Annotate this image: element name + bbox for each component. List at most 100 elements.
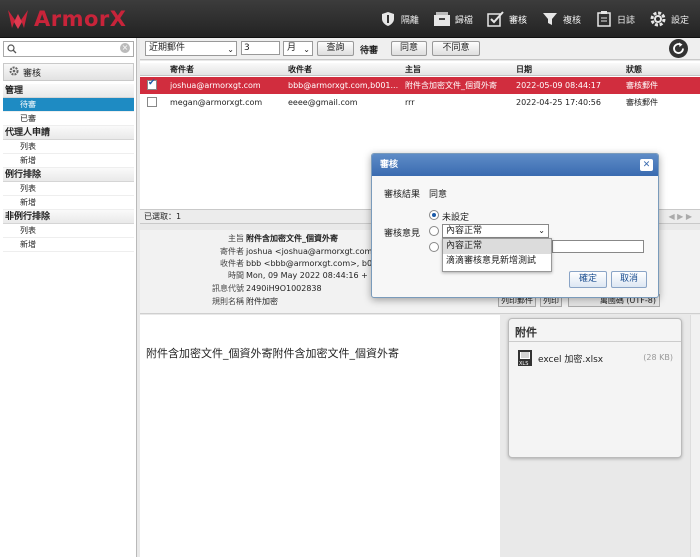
preview-field-key: 寄件者 bbox=[220, 247, 244, 256]
close-icon[interactable]: ✕ bbox=[640, 159, 653, 171]
nav-log[interactable]: 日誌 bbox=[588, 0, 642, 38]
row-to: bbb@armorxgt.com,b001... bbox=[288, 81, 399, 90]
dropdown-option[interactable]: 滴滴審核意見新增測試 bbox=[443, 254, 551, 269]
pager-icon[interactable]: ◀ ▶ ▶ bbox=[668, 210, 692, 224]
mail-body: 附件含加密文件_個資外寄附件含加密文件_個資外寄 bbox=[140, 315, 500, 557]
sidebar-search-input[interactable]: × bbox=[3, 41, 134, 57]
radio-preset[interactable] bbox=[429, 226, 439, 236]
mail-toolbar: 近期郵件 ⌄ 3 月 ⌄ 查詢 待審 同意 不同意 bbox=[140, 38, 700, 60]
clipboard-icon bbox=[595, 10, 613, 28]
sidebar-group-nonroutine: 非例行排除 bbox=[3, 210, 134, 224]
col-date[interactable]: 日期 bbox=[516, 63, 532, 76]
nav-label: 歸檔 bbox=[454, 15, 473, 26]
unit-select[interactable]: 月 ⌄ bbox=[283, 41, 313, 56]
sidebar-item-routine-add[interactable]: 新增 bbox=[3, 196, 134, 210]
row-to: eeee@gmail.com bbox=[288, 98, 358, 107]
review-dialog: 審核 ✕ 審核結果 同意 審核意見 未設定 內容正常 ⌄ 內容正常 滴滴審核意見… bbox=[371, 153, 659, 298]
count-input[interactable]: 3 bbox=[241, 41, 280, 55]
preview-field-key: 訊息代號 bbox=[212, 284, 244, 293]
custom-opinion-input[interactable] bbox=[552, 240, 644, 253]
chevron-down-icon: ⌄ bbox=[227, 45, 234, 54]
attachment-size: (28 KB) bbox=[643, 353, 673, 362]
range-select[interactable]: 近期郵件 ⌄ bbox=[145, 41, 237, 56]
col-status[interactable]: 狀態 bbox=[626, 63, 642, 76]
opinion-dropdown: 內容正常 滴滴審核意見新增測試 bbox=[442, 238, 552, 272]
row-subject: 附件含加密文件_個資外寄 bbox=[405, 81, 497, 90]
chevron-down-icon: ⌄ bbox=[538, 226, 545, 235]
cancel-button[interactable]: 取消 bbox=[611, 271, 647, 288]
col-to[interactable]: 收件者 bbox=[288, 63, 312, 76]
row-status: 審核郵件 bbox=[626, 98, 658, 107]
opinion-select-value: 內容正常 bbox=[446, 226, 483, 236]
opinion-select[interactable]: 內容正常 ⌄ bbox=[442, 224, 549, 238]
sidebar-item-pending[interactable]: 待審 bbox=[3, 98, 134, 112]
ok-button[interactable]: 確定 bbox=[569, 271, 607, 288]
preview-field-key: 主旨 bbox=[228, 234, 244, 243]
radio-custom[interactable] bbox=[429, 242, 439, 252]
nav-settings[interactable]: 設定 bbox=[642, 0, 696, 38]
agree-button[interactable]: 同意 bbox=[391, 41, 427, 56]
sidebar-group-manage: 管理 bbox=[3, 84, 134, 98]
preview-scrollbar[interactable] bbox=[690, 315, 700, 557]
row-from: joshua@armorxgt.com bbox=[170, 81, 261, 90]
radio-unset[interactable] bbox=[429, 210, 439, 220]
sidebar-list: 管理 待審 已審 代理人申請 列表 新增 例行排除 列表 新增 非例行排除 列表… bbox=[3, 84, 134, 252]
preview-field-value: joshua <joshua@armorxgt.com bbox=[246, 247, 373, 256]
sidebar-item-routine-list[interactable]: 列表 bbox=[3, 182, 134, 196]
divider bbox=[509, 341, 681, 342]
radio-unset-label: 未設定 bbox=[442, 213, 470, 223]
clear-icon[interactable]: × bbox=[120, 43, 130, 53]
nav-label: 審核 bbox=[508, 15, 527, 26]
sidebar-item-nonroutine-list[interactable]: 列表 bbox=[3, 224, 134, 238]
refresh-button[interactable] bbox=[669, 39, 688, 58]
mail-body-text: 附件含加密文件_個資外寄附件含加密文件_個資外寄 bbox=[146, 347, 399, 360]
col-from[interactable]: 寄件者 bbox=[170, 63, 194, 76]
nav-review[interactable]: 審核 bbox=[480, 0, 534, 38]
table-row[interactable]: megan@armorxgt.com eeee@gmail.com rrr 20… bbox=[140, 94, 700, 111]
top-bar: ArmorX 隔離 歸檔 審核 複核 日誌 設定 bbox=[0, 0, 700, 38]
disagree-button[interactable]: 不同意 bbox=[432, 41, 480, 56]
review-opinion-label: 審核意見 bbox=[384, 229, 421, 239]
main-nav: 隔離 歸檔 審核 複核 日誌 設定 bbox=[372, 0, 696, 38]
nav-label: 複核 bbox=[562, 15, 581, 26]
gear-icon bbox=[649, 10, 667, 28]
sidebar: × 審核 管理 待審 已審 代理人申請 列表 新增 例行排除 列表 新增 非例行… bbox=[0, 38, 137, 557]
nav-label: 隔離 bbox=[400, 15, 419, 26]
sidebar-group-proxy: 代理人申請 bbox=[3, 126, 134, 140]
col-subject[interactable]: 主旨 bbox=[405, 63, 421, 76]
row-date: 2022-04-25 17:40:56 bbox=[516, 98, 601, 107]
nav-label: 日誌 bbox=[616, 15, 635, 26]
sidebar-item-proxy-add[interactable]: 新增 bbox=[3, 154, 134, 168]
refresh-icon bbox=[673, 42, 684, 54]
sidebar-title-label: 審核 bbox=[23, 68, 42, 79]
grid-header: 寄件者 收件者 主旨 日期 狀態 bbox=[140, 63, 700, 76]
filter-icon bbox=[541, 10, 559, 28]
nav-quarantine[interactable]: 隔離 bbox=[372, 0, 426, 38]
preview-field-value: bbb <bbb@armorxgt.com>, b0 bbox=[246, 259, 373, 268]
nav-recheck[interactable]: 複核 bbox=[534, 0, 588, 38]
row-checkbox[interactable] bbox=[147, 97, 157, 107]
search-icon bbox=[7, 44, 18, 57]
sidebar-item-proxy-list[interactable]: 列表 bbox=[3, 140, 134, 154]
sidebar-title: 審核 bbox=[3, 63, 134, 81]
check-box-icon bbox=[487, 10, 505, 28]
selected-count: 已選取：1 bbox=[144, 212, 182, 221]
unit-select-value: 月 bbox=[287, 43, 297, 53]
sidebar-item-reviewed[interactable]: 已審 bbox=[3, 112, 134, 126]
logo: ArmorX bbox=[6, 6, 126, 32]
preview-field-value: Mon, 09 May 2022 08:44:16 + bbox=[246, 271, 368, 280]
pending-label: 待審 bbox=[360, 46, 379, 56]
sidebar-item-nonroutine-add[interactable]: 新增 bbox=[3, 238, 134, 252]
row-checkbox[interactable] bbox=[147, 78, 157, 90]
query-button[interactable]: 查詢 bbox=[317, 41, 354, 56]
archive-icon bbox=[433, 10, 451, 28]
attachments-panel: 附件 XLS excel 加密.xlsx (28 KB) bbox=[508, 318, 682, 458]
attachment-item[interactable]: XLS excel 加密.xlsx bbox=[517, 349, 603, 367]
table-row[interactable]: joshua@armorxgt.com bbb@armorxgt.com,b00… bbox=[140, 77, 700, 94]
dropdown-option[interactable]: 內容正常 bbox=[443, 239, 551, 254]
range-select-value: 近期郵件 bbox=[149, 43, 186, 53]
preview-field-key: 收件者 bbox=[220, 259, 244, 268]
chevron-down-icon: ⌄ bbox=[303, 45, 310, 54]
preview-field-value: 附件加密 bbox=[246, 297, 278, 306]
nav-archive[interactable]: 歸檔 bbox=[426, 0, 480, 38]
